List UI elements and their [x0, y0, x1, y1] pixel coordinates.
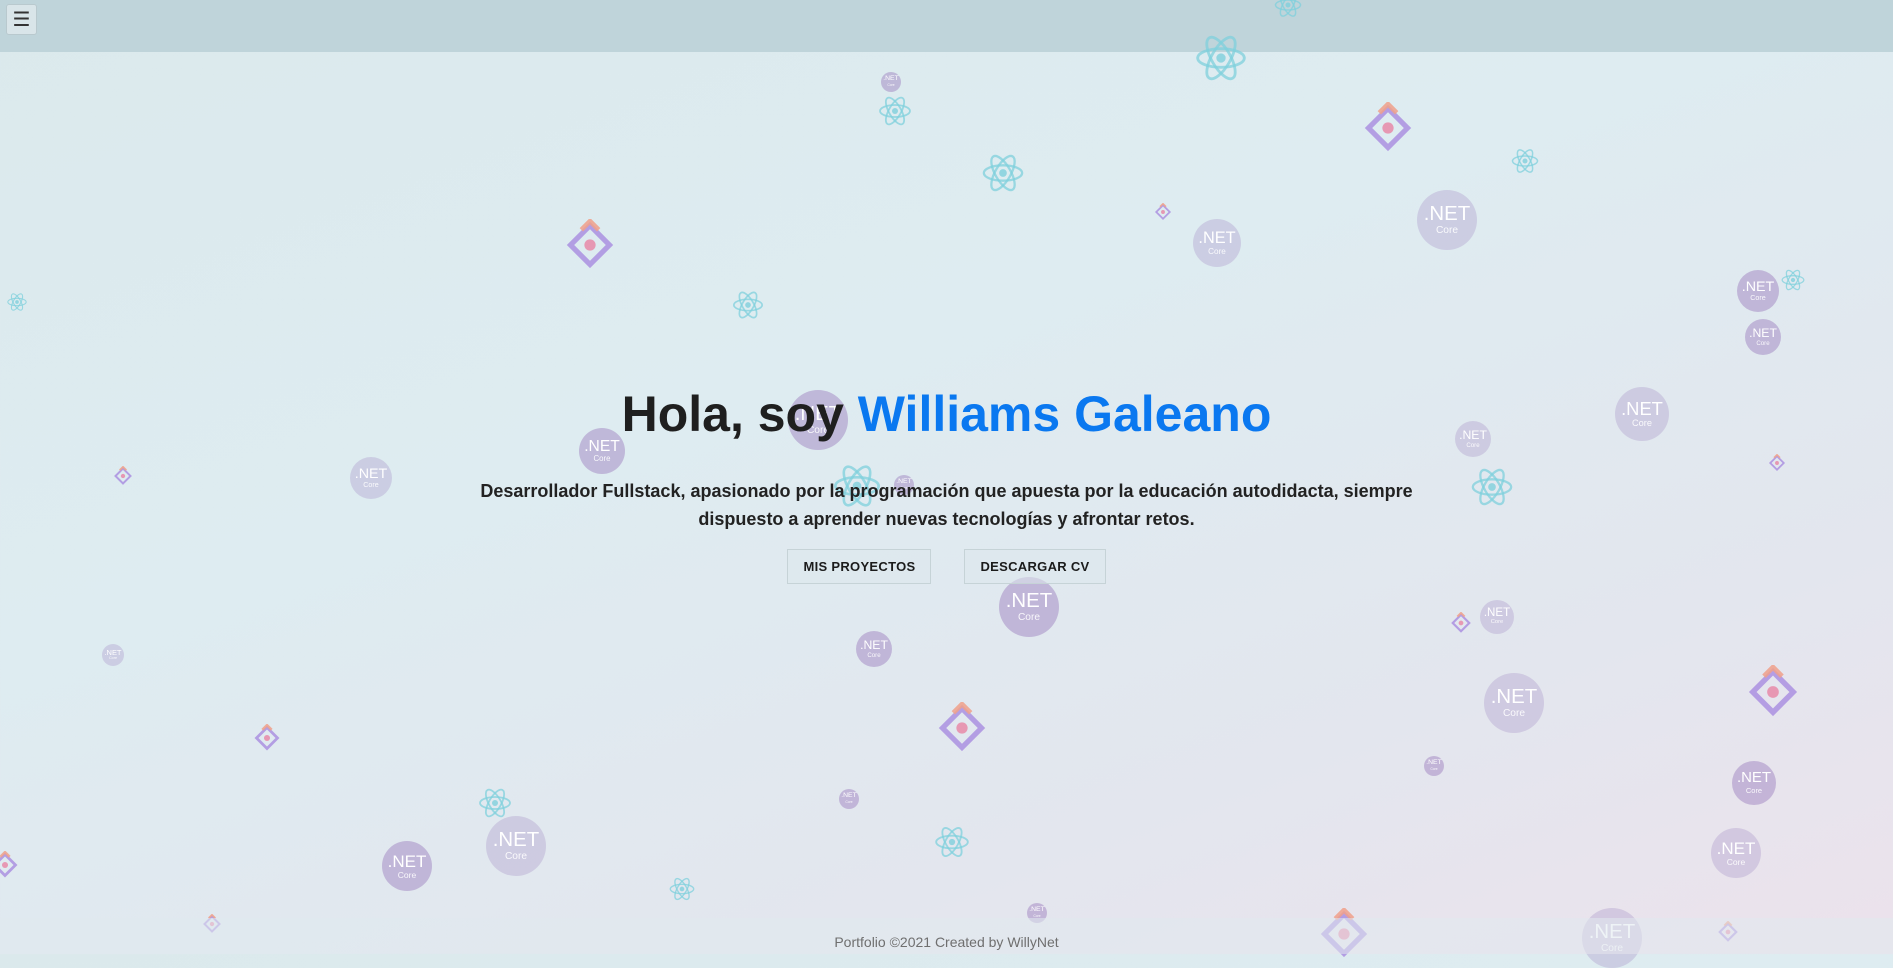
- dotnet-core-icon: .NETCore: [999, 577, 1059, 637]
- ionic-diamond-icon: [1364, 102, 1412, 152]
- hero-section: Hola, soy Williams Galeano Desarrollador…: [0, 385, 1893, 584]
- react-icon: [479, 788, 511, 818]
- react-icon: [732, 291, 764, 319]
- hero-name: Williams Galeano: [857, 386, 1272, 442]
- react-icon: [7, 293, 27, 311]
- ionic-diamond-icon: [254, 724, 280, 751]
- dotnet-core-icon: .NETCore: [881, 72, 901, 92]
- dotnet-core-icon: .NETCore: [1193, 219, 1241, 267]
- footer: Portfolio ©2021 Created by WillyNet: [0, 918, 1893, 954]
- hero-greeting: Hola, soy: [621, 386, 858, 442]
- dotnet-core-icon: .NETCore: [856, 631, 892, 667]
- ionic-diamond-icon: [566, 219, 614, 269]
- ionic-diamond-icon: [1451, 612, 1471, 633]
- download-cv-button[interactable]: DESCARGAR CV: [964, 549, 1106, 584]
- dotnet-core-icon: .NETCore: [1424, 756, 1444, 776]
- dotnet-core-icon: .NETCore: [1711, 828, 1761, 878]
- dotnet-core-icon: .NETCore: [1732, 761, 1776, 805]
- hero-description: Desarrollador Fullstack, apasionado por …: [480, 481, 1413, 529]
- react-icon: [669, 877, 695, 901]
- hero-title: Hola, soy Williams Galeano: [0, 385, 1893, 443]
- ionic-diamond-icon: [1154, 203, 1172, 221]
- react-icon: [1781, 269, 1805, 291]
- react-icon: [879, 96, 911, 126]
- top-nav-bar: ☰: [0, 0, 1893, 52]
- footer-text: Portfolio ©2021 Created by WillyNet: [834, 934, 1059, 950]
- ionic-diamond-icon: [0, 851, 18, 878]
- projects-button[interactable]: MIS PROYECTOS: [787, 549, 932, 584]
- ionic-diamond-icon: [938, 702, 986, 752]
- dotnet-core-icon: .NETCore: [486, 816, 546, 876]
- dotnet-core-icon: .NETCore: [102, 644, 124, 666]
- dotnet-core-icon: .NETCore: [1745, 319, 1781, 355]
- hamburger-menu-icon[interactable]: ☰: [6, 4, 37, 35]
- ionic-diamond-icon: [1748, 665, 1798, 717]
- dotnet-core-icon: .NETCore: [1484, 673, 1544, 733]
- hero-buttons: MIS PROYECTOS DESCARGAR CV: [0, 549, 1893, 584]
- react-icon: [982, 154, 1024, 192]
- react-icon: [1511, 149, 1539, 173]
- react-icon: [935, 826, 969, 858]
- dotnet-core-icon: .NETCore: [839, 789, 859, 809]
- dotnet-core-icon: .NETCore: [1480, 600, 1514, 634]
- dotnet-core-icon: .NETCore: [1737, 270, 1779, 312]
- dotnet-core-icon: .NETCore: [382, 841, 432, 891]
- dotnet-core-icon: .NETCore: [1417, 190, 1477, 250]
